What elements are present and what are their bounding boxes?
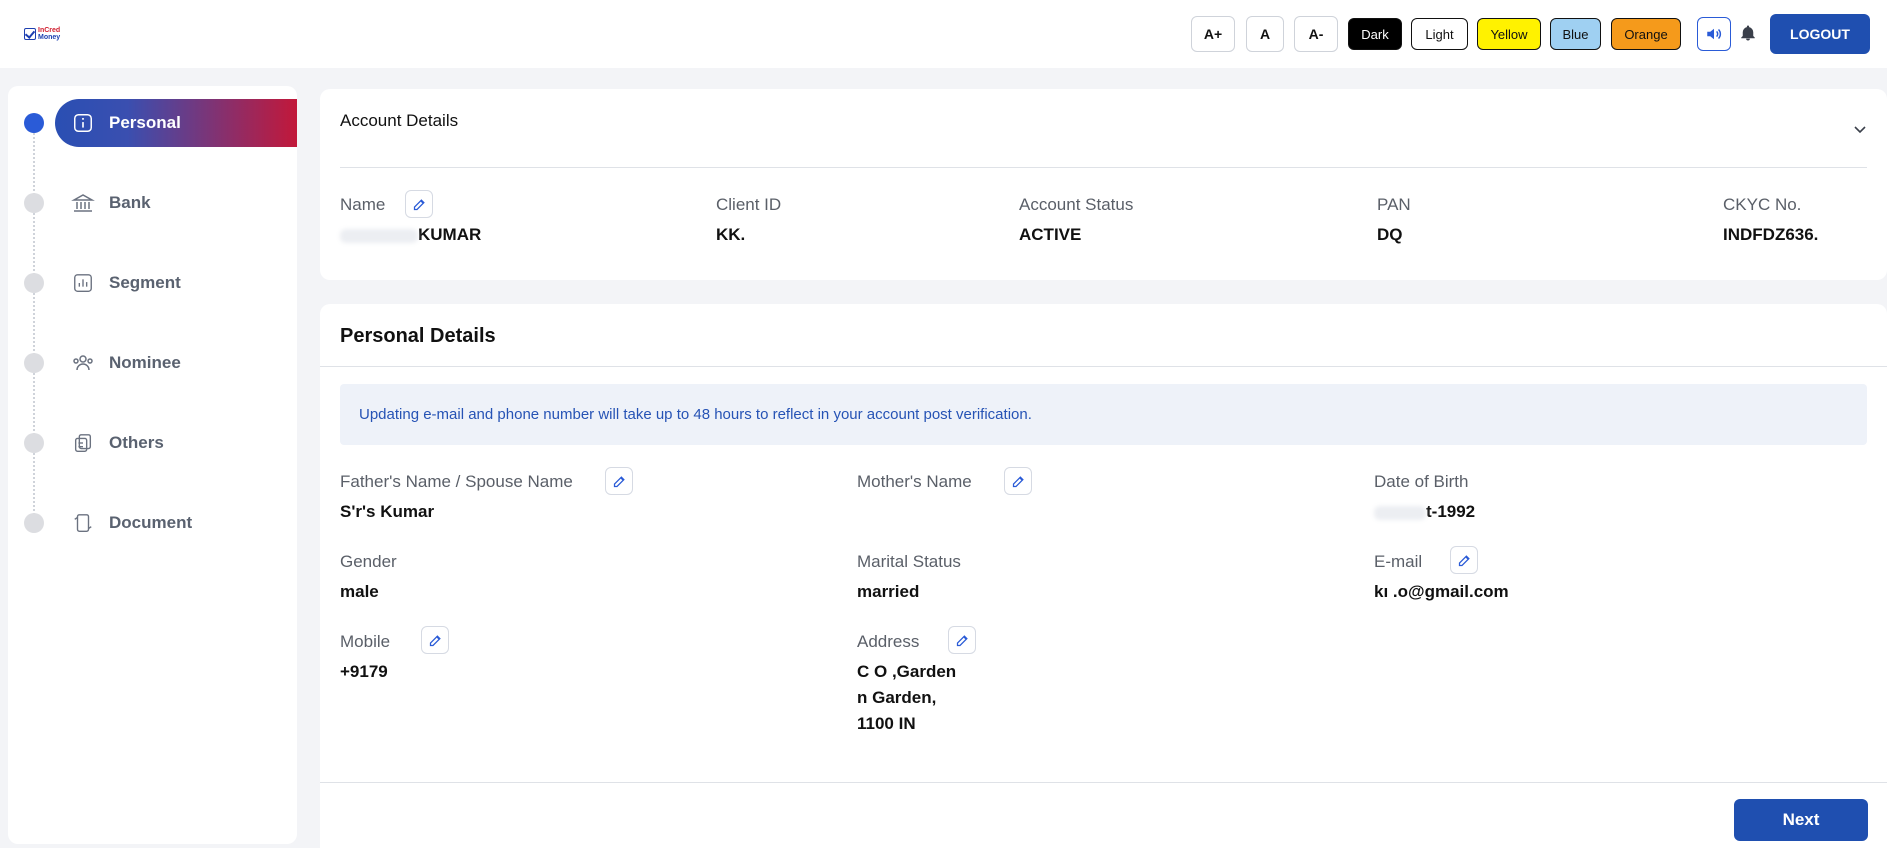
info-icon xyxy=(71,111,95,135)
mobile-label: Mobile xyxy=(340,632,391,651)
speaker-icon xyxy=(1707,28,1722,40)
pan-value: DQ xyxy=(1377,225,1403,244)
father-spouse-label: Father's Name / Spouse Name xyxy=(340,472,573,491)
step-dot-bank xyxy=(24,193,44,213)
mother-name-label: Mother's Name xyxy=(857,472,972,491)
theme-blue-button[interactable]: Blue xyxy=(1550,18,1601,50)
mobile-value: +9179 xyxy=(340,662,388,681)
font-reset-button[interactable]: A xyxy=(1246,16,1284,52)
address-line-3: 1100 IN xyxy=(857,714,916,733)
gender-value: male xyxy=(340,582,379,601)
account-details-title: Account Details xyxy=(340,111,459,130)
speaker-button[interactable] xyxy=(1697,17,1731,51)
step-dot-segment xyxy=(24,273,44,293)
bank-icon xyxy=(71,191,95,215)
theme-yellow-button[interactable]: Yellow xyxy=(1477,18,1541,50)
edit-mobile-button[interactable] xyxy=(421,626,449,654)
sidebar-item-label: Bank xyxy=(109,193,151,212)
gender-label: Gender xyxy=(340,552,397,571)
documents-icon xyxy=(71,431,95,455)
theme-dark-button[interactable]: Dark xyxy=(1348,18,1402,50)
bell-icon xyxy=(1741,25,1755,41)
sidebar-item-nominee[interactable]: Nominee xyxy=(55,339,297,387)
theme-orange-button[interactable]: Orange xyxy=(1611,18,1681,50)
edit-mother-name-button[interactable] xyxy=(1004,467,1032,495)
theme-light-button[interactable]: Light xyxy=(1411,18,1468,50)
marital-status-label: Marital Status xyxy=(857,552,961,571)
sidebar-item-label: Document xyxy=(109,513,193,532)
personal-details-title: Personal Details xyxy=(340,325,496,347)
dob-label: Date of Birth xyxy=(1374,472,1469,491)
next-button[interactable]: Next xyxy=(1734,799,1868,841)
ckyc-value: INDFDZ636. xyxy=(1723,225,1819,244)
phone-icon xyxy=(71,511,95,535)
pencil-icon xyxy=(613,475,625,487)
sidebar-item-bank[interactable]: Bank xyxy=(55,179,297,227)
address-line-2: n Garden, xyxy=(857,688,937,707)
pan-label: PAN xyxy=(1377,195,1411,214)
sidebar-item-others[interactable]: Others xyxy=(55,419,297,467)
update-notice: Updating e-mail and phone number will ta… xyxy=(340,384,1867,445)
account-status-value: ACTIVE xyxy=(1019,225,1082,244)
font-decrease-button[interactable]: A- xyxy=(1294,16,1338,52)
address-line-1: C O ,Garden xyxy=(857,662,957,681)
edit-address-button[interactable] xyxy=(948,626,976,654)
font-increase-button[interactable]: A+ xyxy=(1191,16,1235,52)
email-value: kı .o@gmail.com xyxy=(1374,582,1509,601)
step-dot-document xyxy=(24,513,44,533)
sidebar-item-label: Nominee xyxy=(109,353,181,372)
step-dot-nominee xyxy=(24,353,44,373)
chevron-down-icon[interactable] xyxy=(1852,121,1868,137)
client-id-label: Client ID xyxy=(716,195,782,214)
dob-value: t-1992 xyxy=(1374,502,1475,522)
checkbox-logo-icon xyxy=(24,28,36,40)
users-icon xyxy=(71,351,95,375)
father-spouse-value: S'r's Kumar xyxy=(340,502,435,521)
chart-icon xyxy=(71,271,95,295)
step-dot-personal xyxy=(24,113,44,133)
email-label: E-mail xyxy=(1374,552,1423,571)
top-header: InCred Money A+ A A- Dark Light Yellow B… xyxy=(0,0,1887,68)
pencil-icon xyxy=(429,634,441,646)
step-dot-others xyxy=(24,433,44,453)
pencil-icon xyxy=(1458,554,1470,566)
pencil-icon xyxy=(1012,475,1024,487)
logo-line2: Money xyxy=(38,34,61,41)
notification-button[interactable] xyxy=(1737,22,1759,44)
sidebar-item-label: Personal xyxy=(109,113,181,132)
pencil-icon xyxy=(413,198,425,210)
account-details-card xyxy=(320,89,1887,280)
personal-divider xyxy=(320,366,1887,367)
sidebar-item-label: Others xyxy=(109,433,164,452)
brand-logo[interactable]: InCred Money xyxy=(24,24,64,44)
name-value: KUMAR xyxy=(340,225,481,245)
sidebar-item-label: Segment xyxy=(109,273,181,292)
steps-connector xyxy=(33,126,35,526)
sidebar-item-personal[interactable]: Personal xyxy=(55,99,297,147)
pencil-icon xyxy=(956,634,968,646)
logo-line1: InCred xyxy=(38,27,61,34)
edit-name-button[interactable] xyxy=(405,190,433,218)
account-divider xyxy=(340,167,1867,168)
client-id-value: KK. xyxy=(716,225,746,244)
edit-email-button[interactable] xyxy=(1450,546,1478,574)
ckyc-label: CKYC No. xyxy=(1723,195,1802,214)
name-label: Name xyxy=(340,195,386,214)
account-status-label: Account Status xyxy=(1019,195,1134,214)
sidebar-item-segment[interactable]: Segment xyxy=(55,259,297,307)
footer-divider xyxy=(320,782,1887,783)
sidebar-item-document[interactable]: Document xyxy=(55,499,297,547)
edit-father-spouse-button[interactable] xyxy=(605,467,633,495)
logout-button[interactable]: LOGOUT xyxy=(1770,14,1870,54)
marital-status-value: married xyxy=(857,582,920,601)
address-label: Address xyxy=(857,632,920,651)
